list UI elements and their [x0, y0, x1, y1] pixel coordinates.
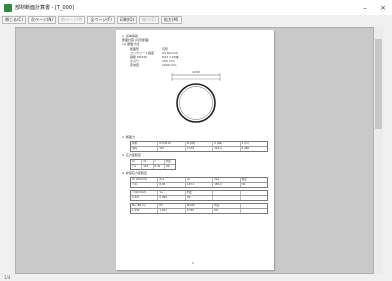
table-header-cell [241, 191, 267, 195]
table-cell: 7.21 [131, 183, 159, 187]
table-cell: 1,234 [186, 147, 214, 151]
scrollbar-thumb[interactable] [375, 39, 382, 129]
table-cell: 0.321 [131, 196, 159, 200]
table-cell: OK [213, 209, 241, 213]
table-header-cell: 判定 [165, 160, 171, 163]
stress-table: σc σs τ 判定 7.2 143 0.32 OK [130, 159, 176, 170]
status-bar: 1/4 [0, 274, 392, 281]
param-key: 有効径 [130, 63, 140, 67]
table-header-cell: 判定 [213, 204, 241, 208]
table-header-cell [213, 191, 241, 195]
table-cell: 7.2 [131, 165, 143, 169]
allowable-table-c: Mu (kN.m) Mr Mu/Mr 判定 1,234 1,567 0.787 … [130, 203, 268, 214]
table-row: 7.21 8.00 143.2 180.0 OK [131, 183, 267, 187]
report-page: 1. 基本情報 断面計算 (円形断面) (1) 断面寸法 断面形 円形 コンクリ… [116, 30, 274, 270]
app-window: 部材断面計算書 - [T_000] – × 閉じる(C) 次ページ(N) 前ペー… [0, 0, 392, 281]
table-header-cell: Mu (kN.m) [131, 204, 159, 208]
vertical-scrollbar[interactable] [374, 27, 383, 274]
table-cell: 0.460 [241, 147, 250, 150]
table-cell [241, 196, 267, 200]
table-header-cell: 荷重 [131, 142, 159, 146]
table-row: 0.321 0.390 OK [131, 196, 267, 200]
table-cell: 8.00 [158, 183, 186, 187]
table-header-cell: 判定 [241, 178, 247, 181]
section-allowable: 4. 許容応力度照査 [122, 171, 147, 175]
table-row: 7.2 143 0.32 OK [131, 165, 175, 169]
circular-section-drawing [171, 73, 221, 123]
status-text: 1/4 [4, 275, 11, 280]
allowable-table-a: σc (N/mm2) σca σs σsa 判定 7.21 8.00 143.2… [130, 177, 268, 188]
table-header-cell: σs [186, 178, 214, 182]
table-cell [213, 196, 241, 200]
table-header-cell [241, 204, 267, 208]
table-header-cell: σsa [213, 178, 241, 182]
table-row: 常時 567 1,234 123.4 0.460 [131, 147, 267, 151]
close-preview-button[interactable]: 閉じる(C) [2, 16, 26, 24]
close-button[interactable]: × [374, 0, 392, 15]
table-cell: 123.4 [213, 147, 241, 151]
table-header-cell: N (kN) [186, 142, 214, 146]
table-cell: 0.787 [186, 209, 214, 213]
table-cell: 常時 [131, 147, 159, 151]
table-cell: 143 [142, 165, 154, 169]
table-cell [241, 209, 267, 213]
window-title: 部材断面計算書 - [T_000] [15, 5, 74, 11]
prev-page-button[interactable]: 前ページ(P) [57, 16, 86, 24]
table-header-cell: σca [158, 178, 186, 182]
table-cell: 143.2 [186, 183, 214, 187]
table-header-cell: τa [158, 191, 186, 195]
zoom-in-button[interactable]: 拡大(M) [160, 16, 182, 24]
section-stress: 3. 応力度照査 [122, 153, 141, 157]
all-pages-button[interactable]: 全ページ(F) [87, 16, 115, 24]
section-forces: 2. 断面力 [122, 135, 135, 139]
print-button[interactable]: 印刷(O) [116, 16, 138, 24]
param-value: 1000 mm [162, 63, 177, 67]
window-controls: – × [356, 0, 392, 15]
table-cell: 1,567 [158, 209, 186, 213]
allowable-table-b: τ (N/mm2) τa 判定 0.321 0.390 OK [130, 190, 268, 201]
table-header-cell: σs [142, 160, 154, 164]
next-page-button[interactable]: 次ページ(N) [27, 16, 56, 24]
zoom-out-button[interactable]: 縮小(Z) [139, 16, 159, 24]
table-header-cell: 判定 [186, 191, 214, 195]
page-number: 1 [192, 261, 194, 265]
table-header-cell: σc (N/mm2) [131, 178, 159, 182]
forces-table: 荷重 M (kN.m) N (kN) S (kN) e (m) 常時 567 1… [130, 141, 268, 152]
toolbar: 閉じる(C) 次ページ(N) 前ページ(P) 全ページ(F) 印刷(O) 縮小(… [0, 15, 392, 25]
table-header-cell: e (m) [241, 142, 249, 145]
table-header-cell: σc [131, 160, 143, 164]
table-header-cell: τ [154, 160, 165, 164]
minimize-button[interactable]: – [356, 0, 374, 15]
table-header-cell: Mr [158, 204, 186, 208]
table-cell: OK [165, 165, 170, 168]
table-cell: 0.390 [158, 196, 186, 200]
table-cell: OK [186, 196, 214, 200]
table-row: 1,234 1,567 0.787 OK [131, 209, 267, 213]
table-header-cell: Mu/Mr [186, 204, 214, 208]
app-icon [4, 3, 12, 12]
table-cell: 0.32 [154, 165, 165, 169]
table-cell: 567 [158, 147, 186, 151]
table-header-cell: M (kN.m) [158, 142, 186, 146]
section-dimensions: (1) 断面寸法 [122, 42, 140, 46]
table-cell: 180.0 [213, 183, 241, 187]
table-cell: 1,234 [131, 209, 159, 213]
table-header-cell: τ (N/mm2) [131, 191, 159, 195]
table-cell: OK [241, 183, 246, 186]
table-header-cell: S (kN) [213, 142, 241, 146]
title-bar: 部材断面計算書 - [T_000] – × [0, 0, 392, 15]
